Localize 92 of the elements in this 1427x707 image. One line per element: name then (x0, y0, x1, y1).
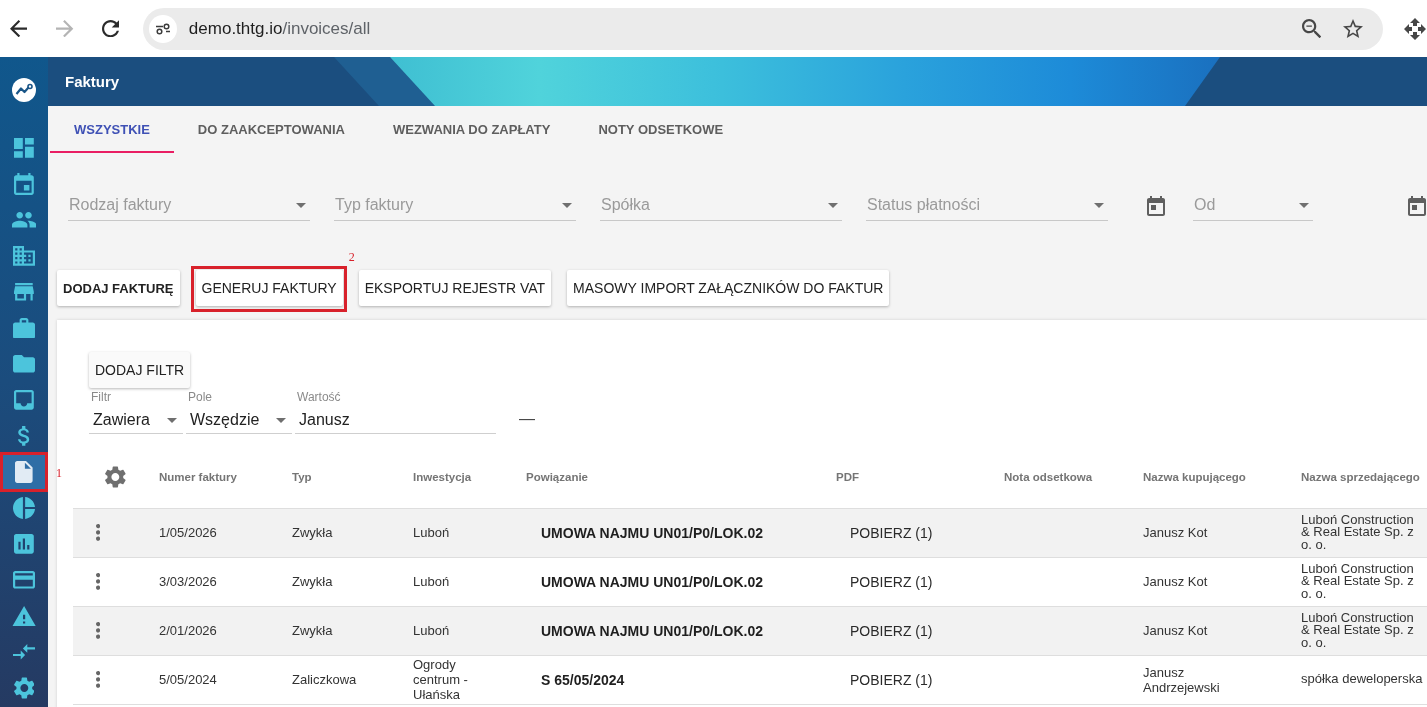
opposing-arrows-icon (13, 644, 35, 660)
dashboard-icon (14, 138, 34, 158)
dollar-icon (17, 426, 31, 446)
contract-link[interactable]: UMOWA NAJMU UN01/P0/LOK.02 (526, 516, 777, 549)
pie-chart-icon (13, 497, 35, 519)
kebab-menu-icon[interactable] (96, 573, 101, 590)
table-cell: Zwykła (292, 606, 413, 655)
action-button[interactable]: DODAJ FAKTURĘ (57, 270, 180, 306)
bar-chart-icon (14, 534, 34, 554)
warning-icon (11, 605, 37, 627)
table-cell: Janusz Kot (1143, 508, 1301, 557)
settings-icon (13, 677, 35, 699)
table-cell: 2/01/2026 (159, 606, 292, 655)
caret-icon (1094, 202, 1104, 208)
action-button[interactable]: EKSPORTUJ REJESTR VAT (358, 270, 552, 306)
table-cell: Luboń Construction & Real Estate Sp. z o. o. (1301, 606, 1427, 655)
text-field[interactable]: Wartość Janusz (295, 390, 496, 434)
remove-filter-button[interactable]: — (517, 406, 537, 432)
star-icon[interactable] (1342, 19, 1363, 38)
table-cell: Zaliczkowa (292, 655, 413, 704)
table-cell: spółka deweloperska (1301, 655, 1427, 704)
tab[interactable]: DO ZAAKCEPTOWANIA (173, 106, 369, 153)
kebab-menu-icon[interactable] (96, 524, 101, 541)
document-icon (15, 461, 33, 483)
tab[interactable]: NOTY ODSETKOWE (574, 106, 748, 153)
caret-icon (296, 202, 306, 208)
column-header: Numer faktury (159, 455, 292, 508)
table-cell: 1/05/2026 (159, 508, 292, 557)
highlight-frame (0, 452, 48, 492)
four-way-arrow-icon[interactable] (1403, 17, 1426, 40)
table-cell: Luboń (413, 606, 526, 655)
calendar-icon (14, 173, 34, 195)
download-button[interactable]: POBIERZ (1) (836, 614, 947, 647)
calendar-icon[interactable] (1408, 195, 1426, 216)
add-filter-button[interactable]: DODAJ FILTR (89, 352, 191, 388)
table-cell: Luboń Construction & Real Estate Sp. z o. o. (1301, 557, 1427, 606)
table-cell: 5/05/2024 (159, 655, 292, 704)
people-icon (11, 212, 37, 228)
calendar-icon[interactable] (1147, 195, 1165, 216)
action-button[interactable]: GENERUJ FAKTURY (195, 270, 343, 306)
table-cell: Luboń Construction & Real Estate Sp. z o. o. (1301, 508, 1427, 557)
url-text: demo.thtg.io/invoices/all (188, 18, 371, 39)
zoom-out-icon[interactable] (1301, 18, 1321, 39)
column-header: Nota odsetkowa (1004, 455, 1143, 508)
action-button[interactable]: MASOWY IMPORT ZAŁĄCZNIKÓW DO FAKTUR (567, 270, 890, 306)
download-button[interactable]: POBIERZ (1) (836, 516, 947, 549)
tab[interactable]: WEZWANIA DO ZAPŁATY (368, 106, 575, 153)
contract-link[interactable]: UMOWA NAJMU UN01/P0/LOK.02 (526, 565, 777, 598)
table-cell: Ogrody centrum - Ułańska (413, 655, 526, 704)
download-button[interactable]: POBIERZ (1) (836, 663, 947, 696)
column-header: Typ (292, 455, 413, 508)
table-cell: 3/03/2026 (159, 557, 292, 606)
kebab-menu-icon[interactable] (96, 622, 101, 639)
credit-card-icon (13, 571, 35, 589)
column-header: Inwestycja (413, 455, 526, 508)
table-cell: Zwykła (292, 508, 413, 557)
table-cell: Janusz Kot (1143, 557, 1301, 606)
building-icon (13, 246, 35, 266)
dropdown[interactable]: Filtr Zawiera (89, 390, 183, 434)
column-header: Powiązanie (526, 455, 836, 508)
column-header: Nazwa sprzedającego (1301, 455, 1427, 508)
reload-icon[interactable] (101, 19, 119, 38)
folder-icon (13, 355, 35, 373)
download-button[interactable]: POBIERZ (1) (836, 565, 947, 598)
table-cell: Luboń (413, 508, 526, 557)
inbox-icon (14, 390, 34, 410)
settings-icon[interactable] (105, 465, 126, 488)
table-cell: Janusz Kot (1143, 606, 1301, 655)
site-settings-icon[interactable] (148, 14, 177, 43)
table-cell: Luboń (413, 557, 526, 606)
store-icon (14, 283, 34, 301)
address-bar[interactable]: demo.thtg.io/invoices/all (142, 7, 1383, 50)
contract-link[interactable]: UMOWA NAJMU UN01/P0/LOK.02 (526, 614, 777, 647)
tab[interactable]: WSZYSTKIE (50, 106, 174, 153)
page-title: Faktury (65, 73, 120, 90)
dropdown[interactable]: Pole Wszędzie (186, 390, 292, 434)
caret-icon (562, 202, 572, 208)
table-cell: Zwykła (292, 557, 413, 606)
logo-icon[interactable] (12, 78, 36, 102)
back-arrow-icon[interactable] (10, 19, 28, 38)
caret-icon (276, 417, 286, 423)
column-header: Nazwa kupującego (1143, 455, 1301, 508)
table-cell: Janusz Andrzejewski (1143, 655, 1301, 704)
contract-link[interactable]: S 65/05/2024 (526, 663, 639, 696)
kebab-menu-icon[interactable] (96, 671, 101, 688)
annotation-number: 2 (348, 251, 355, 263)
caret-icon (1299, 202, 1309, 208)
briefcase-icon (13, 317, 35, 339)
caret-icon (828, 202, 838, 208)
column-header: PDF (836, 455, 1004, 508)
annotation-number: 1 (56, 467, 62, 479)
caret-icon (167, 417, 177, 423)
